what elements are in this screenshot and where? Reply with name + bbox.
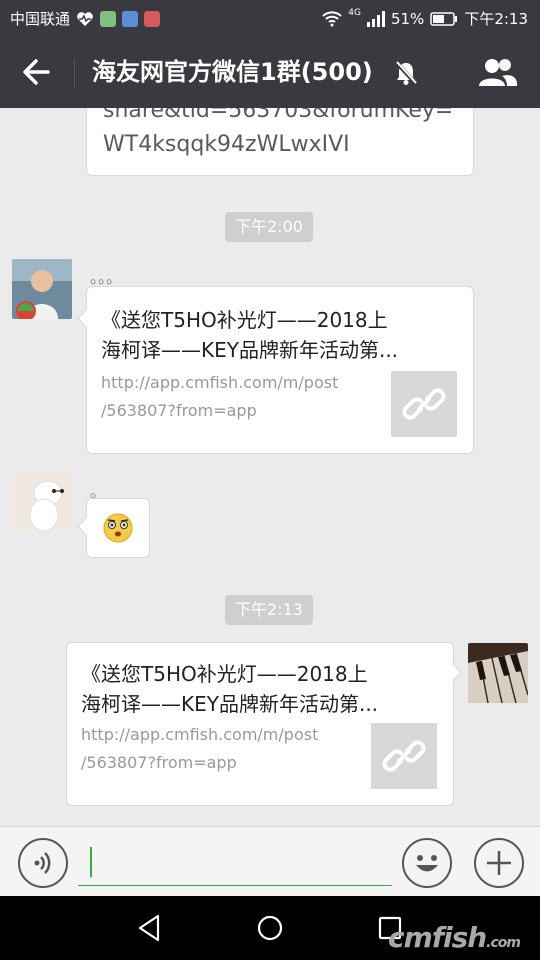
link-title-line: 《送您T5HO补光灯——2018上 bbox=[101, 308, 388, 332]
voice-wave-icon bbox=[34, 852, 51, 874]
link-url-line: /563807?from=app bbox=[101, 401, 257, 420]
message-input[interactable] bbox=[78, 845, 392, 886]
emoji-button[interactable] bbox=[402, 838, 452, 888]
link-title-line: 海柯译——KEY品牌新年活动第... bbox=[81, 692, 379, 716]
plus-icon bbox=[487, 851, 511, 875]
link-url-line: http://app.cmfish.com/m/post bbox=[81, 725, 319, 744]
link-card-message-self[interactable]: 《送您T5HO补光灯——2018上 海柯译——KEY品牌新年活动第... htt… bbox=[66, 642, 454, 806]
mute-bell-icon bbox=[394, 60, 418, 86]
timestamp-chip: 下午2:13 bbox=[225, 595, 313, 625]
message-text-line: WT4ksqqk94zWLwxIVI bbox=[103, 132, 350, 157]
more-options-button[interactable] bbox=[474, 838, 524, 888]
watermark-main: cmfish bbox=[388, 921, 487, 954]
avatar-sender-2[interactable] bbox=[12, 471, 72, 531]
message-text-line: share&tid=563703&forumKey= bbox=[103, 108, 454, 123]
timestamp-chip: 下午2:00 bbox=[225, 212, 313, 242]
signal-icon bbox=[366, 10, 385, 27]
surprised-emoji-icon bbox=[103, 513, 133, 543]
header-divider bbox=[74, 58, 75, 88]
nav-home-icon[interactable] bbox=[254, 912, 286, 944]
text-caret bbox=[90, 847, 92, 877]
status-bar: 中国联通 4G 51% 下午2:13 bbox=[0, 0, 540, 36]
system-nav-bar: cmfish.com bbox=[0, 896, 540, 960]
wifi-icon bbox=[322, 10, 342, 26]
chat-title: 海友网官方微信1群(500) bbox=[92, 58, 373, 86]
link-title-line: 海柯译——KEY品牌新年活动第... bbox=[101, 338, 399, 362]
smiley-icon bbox=[416, 855, 438, 872]
child-photo-avatar bbox=[12, 259, 72, 319]
chain-link-icon bbox=[382, 740, 426, 772]
piano-keys-avatar bbox=[468, 643, 528, 703]
site-watermark: cmfish.com bbox=[388, 921, 521, 954]
link-url-line: http://app.cmfish.com/m/post bbox=[101, 373, 339, 392]
link-title-line: 《送您T5HO补光灯——2018上 bbox=[81, 662, 368, 686]
clock: 下午2:13 bbox=[464, 10, 528, 28]
video-app-icon bbox=[122, 10, 139, 27]
nav-back-icon[interactable] bbox=[134, 912, 166, 944]
link-thumbnail bbox=[391, 371, 457, 437]
link-thumbnail bbox=[371, 723, 437, 789]
watermark-suffix: .com bbox=[486, 935, 521, 951]
chain-link-icon bbox=[402, 388, 446, 420]
link-card-message[interactable]: 《送您T5HO补光灯——2018上 海柯译——KEY品牌新年活动第... htt… bbox=[86, 286, 474, 454]
chat-header: 海友网官方微信1群(500) bbox=[0, 36, 540, 108]
battery-icon bbox=[430, 11, 458, 26]
message-list[interactable]: share&tid=563703&forumKey= WT4ksqqk94zWL… bbox=[0, 108, 540, 826]
network-type: 4G bbox=[348, 7, 361, 18]
battery-percent: 51% bbox=[390, 9, 425, 28]
avatar-sender-1[interactable] bbox=[12, 259, 72, 319]
emoji-message[interactable] bbox=[86, 498, 150, 558]
robot-character-avatar bbox=[12, 471, 72, 531]
sender-nickname: 。。。 bbox=[90, 268, 123, 287]
avatar-self[interactable] bbox=[468, 643, 528, 703]
heart-monitor-icon bbox=[77, 11, 93, 26]
link-url-line: /563807?from=app bbox=[81, 753, 237, 772]
group-members-icon[interactable] bbox=[478, 56, 518, 88]
app-notification-icon bbox=[100, 10, 117, 27]
message-bubble-partial[interactable]: share&tid=563703&forumKey= WT4ksqqk94zWL… bbox=[86, 108, 474, 176]
voice-toggle-button[interactable] bbox=[18, 838, 68, 888]
input-bar bbox=[0, 826, 540, 897]
back-arrow-icon[interactable] bbox=[20, 54, 54, 90]
carrier-label: 中国联通 bbox=[10, 10, 71, 28]
red-app-icon bbox=[144, 10, 161, 27]
